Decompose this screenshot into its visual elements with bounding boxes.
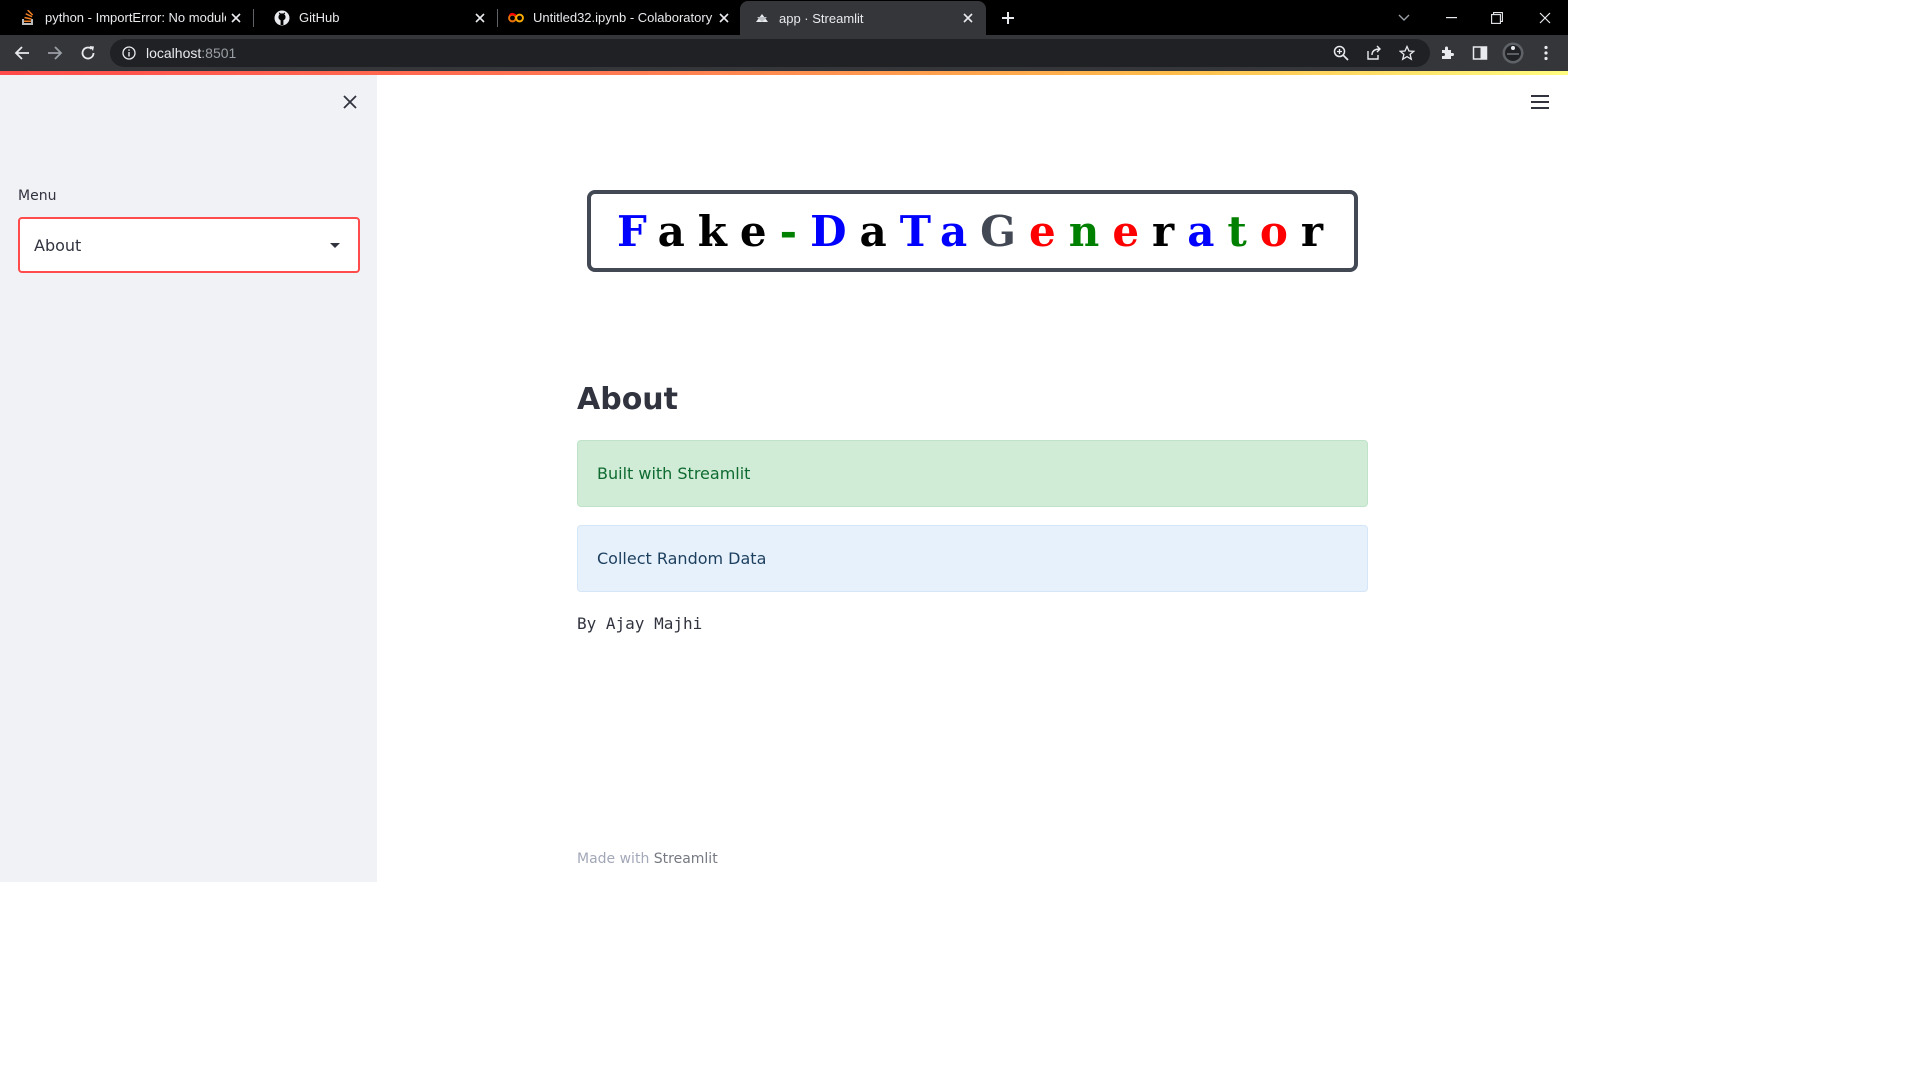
- footer-prefix: Made with: [577, 851, 654, 867]
- zoom-icon[interactable]: [1327, 39, 1355, 67]
- title-letter: n: [1068, 206, 1113, 256]
- title-letter: e: [1029, 206, 1069, 256]
- tab-title: app · Streamlit: [779, 10, 864, 26]
- menu-label: Menu: [18, 188, 57, 204]
- title-letter: k: [697, 206, 740, 256]
- footer: Made with Streamlit: [577, 851, 718, 867]
- tab-title: Untitled32.ipynb - Colaboratory: [533, 10, 713, 25]
- title-letter: F: [617, 206, 658, 256]
- browser-menu-icon[interactable]: [1532, 39, 1560, 67]
- tab-title: GitHub: [299, 10, 340, 25]
- colab-icon: [508, 10, 524, 26]
- title-letter: a: [657, 206, 698, 256]
- title-letter: D: [810, 206, 860, 256]
- about-heading: About: [577, 382, 679, 417]
- stackoverflow-icon: [20, 9, 36, 26]
- footer-streamlit-link[interactable]: Streamlit: [654, 851, 718, 867]
- tab-stackoverflow[interactable]: python - ImportError: No module named: [0, 0, 252, 35]
- chevron-down-icon: [330, 242, 340, 248]
- info-alert: Collect Random Data: [577, 525, 1368, 592]
- share-icon[interactable]: [1360, 39, 1388, 67]
- site-info-icon[interactable]: [122, 46, 136, 60]
- hamburger-icon-line: [1531, 107, 1549, 109]
- title-letter: a: [939, 206, 981, 256]
- streamlit-icon: [754, 10, 770, 26]
- title-letter: a: [1187, 206, 1228, 256]
- title-letter: r: [1300, 206, 1336, 256]
- close-icon: [343, 95, 357, 109]
- close-icon[interactable]: [714, 8, 734, 28]
- title-letter: t: [1227, 206, 1260, 256]
- title-letter: e: [1112, 206, 1153, 256]
- new-tab-button[interactable]: [996, 6, 1020, 30]
- tab-colab[interactable]: Untitled32.ipynb - Colaboratory: [488, 0, 740, 35]
- tab-streamlit-app[interactable]: app · Streamlit: [740, 1, 986, 35]
- url-host: localhost: [146, 45, 202, 61]
- title-letter: o: [1259, 206, 1301, 256]
- hamburger-icon-line: [1531, 95, 1549, 97]
- reload-button[interactable]: [74, 39, 102, 67]
- close-icon[interactable]: [226, 8, 246, 28]
- side-panel-icon[interactable]: [1466, 39, 1494, 67]
- tab-title: python - ImportError: No module named: [45, 10, 226, 25]
- title-letter: r: [1152, 206, 1188, 256]
- close-icon[interactable]: [958, 8, 978, 28]
- hamburger-icon-line: [1531, 101, 1549, 103]
- title-letter: a: [859, 206, 900, 256]
- app-title: Fake-DaTaGenerator: [617, 207, 1336, 256]
- main-menu-button[interactable]: [1528, 90, 1552, 114]
- menu-select[interactable]: About: [18, 217, 360, 273]
- close-icon[interactable]: [470, 8, 490, 28]
- main-content: Fake-DaTaGenerator About Built with Stre…: [377, 75, 1568, 882]
- profile-avatar[interactable]: [1499, 39, 1527, 67]
- back-button[interactable]: [8, 39, 36, 67]
- window-close-button[interactable]: [1522, 0, 1568, 35]
- restore-button[interactable]: [1474, 0, 1520, 35]
- url-text: localhost:8501: [146, 45, 236, 61]
- address-bar[interactable]: localhost:8501: [110, 39, 1430, 67]
- sidebar: Menu About: [0, 75, 377, 882]
- info-alert-text: Collect Random Data: [597, 549, 767, 568]
- browser-toolbar: localhost:8501: [0, 35, 1568, 71]
- title-letter: G: [980, 206, 1030, 256]
- tab-github[interactable]: GitHub: [254, 0, 496, 35]
- extensions-icon[interactable]: [1433, 39, 1461, 67]
- title-letter: T: [899, 206, 940, 256]
- success-alert-text: Built with Streamlit: [597, 464, 751, 483]
- bookmark-star-icon[interactable]: [1393, 39, 1421, 67]
- browser-tab-strip: python - ImportError: No module named Gi…: [0, 0, 1568, 35]
- forward-button[interactable]: [41, 39, 69, 67]
- minimize-button[interactable]: [1428, 0, 1474, 35]
- app-title-banner: Fake-DaTaGenerator: [587, 190, 1358, 272]
- title-letter: e: [739, 206, 780, 256]
- github-icon: [274, 10, 290, 26]
- tab-search-button[interactable]: [1381, 0, 1427, 35]
- sidebar-close-button[interactable]: [338, 90, 362, 114]
- menu-select-value: About: [34, 235, 82, 255]
- title-letter: -: [779, 206, 811, 256]
- url-port: :8501: [201, 45, 237, 61]
- author-text: By Ajay Majhi: [577, 614, 703, 633]
- success-alert: Built with Streamlit: [577, 440, 1368, 507]
